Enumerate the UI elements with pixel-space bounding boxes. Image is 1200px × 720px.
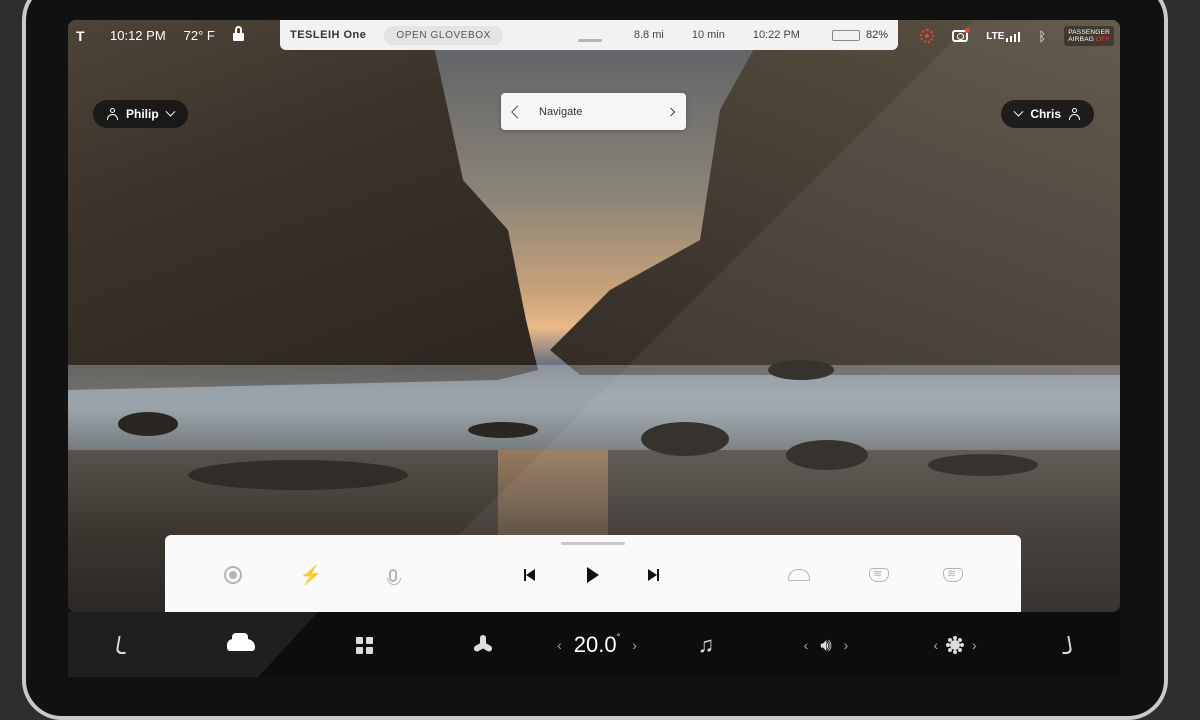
cabin-temperature-unit: °	[616, 632, 621, 642]
volume-control: ‹ 🔊︎ ›	[786, 632, 866, 658]
open-glovebox-button[interactable]: OPEN GLOVEBOX	[384, 25, 503, 45]
brightness-control: ‹ ›	[920, 632, 990, 658]
play-icon[interactable]	[581, 563, 605, 587]
status-left: T 10:12 PM 72° F	[76, 26, 244, 43]
navigate-search-card[interactable]: Navigate	[501, 93, 686, 130]
driver-profile-name: Philip	[126, 107, 159, 121]
airbag-label-line1: PASSENGER	[1068, 29, 1110, 36]
volume-down-button[interactable]: ‹	[804, 637, 809, 653]
clock: 10:12 PM	[110, 28, 166, 43]
outside-temperature: 72° F	[183, 28, 215, 43]
lock-icon[interactable]	[232, 26, 244, 41]
bottom-control-bar: ‹ 20.0° › ♫ ‹ 🔊︎ › ‹ ›	[68, 612, 1120, 677]
chevron-down-icon	[165, 106, 176, 117]
battery-icon	[831, 29, 860, 41]
lightning-icon[interactable]: ⚡	[299, 563, 323, 587]
wiper-icon[interactable]	[787, 563, 811, 587]
person-icon	[1069, 108, 1080, 120]
passenger-profile-name: Chris	[1030, 107, 1061, 121]
microphone-icon[interactable]	[381, 563, 405, 587]
brightness-down-button[interactable]: ‹	[933, 637, 938, 653]
airbag-state: OFF	[1096, 36, 1110, 43]
music-note-icon[interactable]: ♫	[694, 632, 718, 658]
battery-percent: 82%	[865, 29, 888, 41]
car-icon[interactable]	[226, 632, 256, 658]
sun-icon	[950, 640, 960, 650]
car-name: TESLEIH One	[290, 29, 367, 41]
lte-signal-icon: LTE	[986, 30, 1021, 42]
cabin-temperature: 20.0°	[574, 632, 620, 658]
top-status-card[interactable]: TESLEIH One OPEN GLOVEBOX 8.8 mi 10 min …	[280, 20, 898, 50]
network-label: LTE	[986, 30, 1005, 42]
navigation-arrow-icon	[511, 104, 525, 118]
passenger-seat-heater-icon[interactable]	[1056, 632, 1076, 658]
status-right: LTE ᛒ PASSENGER AIRBAG OFF	[920, 26, 1114, 46]
trip-info: 8.8 mi 10 min 10:22 PM	[634, 29, 800, 41]
temperature-increase-button[interactable]: ›	[632, 637, 637, 653]
disc-icon[interactable]	[221, 563, 245, 587]
dock-grabber-handle[interactable]	[561, 542, 625, 545]
sentry-mode-icon[interactable]	[920, 29, 935, 43]
card-grabber-handle[interactable]	[578, 39, 602, 42]
front-defrost-icon[interactable]	[941, 563, 965, 587]
chevron-down-icon	[1013, 106, 1024, 117]
passenger-profile-button[interactable]: Chris	[1001, 100, 1094, 128]
apps-grid-icon[interactable]	[354, 632, 374, 658]
speaker-icon: 🔊︎	[820, 634, 832, 655]
brightness-up-button[interactable]: ›	[972, 637, 977, 653]
tesla-logo-icon[interactable]: T	[76, 29, 92, 43]
main-screen: T 10:12 PM 72° F TESLEIH One OPEN GLOVEB…	[68, 20, 1120, 612]
media-dock: ⚡	[165, 535, 1021, 612]
chevron-right-icon	[666, 107, 676, 116]
airbag-label-line2: AIRBAG	[1068, 36, 1094, 43]
fan-icon[interactable]	[471, 632, 495, 658]
passenger-airbag-indicator: PASSENGER AIRBAG OFF	[1064, 26, 1114, 46]
driver-seat-heater-icon[interactable]	[112, 632, 132, 658]
arrival-time: 10:22 PM	[752, 29, 800, 41]
trip-distance: 8.8 mi	[633, 29, 664, 41]
skip-previous-icon[interactable]	[517, 563, 541, 587]
bluetooth-icon[interactable]: ᛒ	[1038, 29, 1046, 44]
driver-profile-button[interactable]: Philip	[93, 100, 188, 128]
rear-defrost-icon[interactable]	[867, 563, 891, 587]
person-icon	[107, 108, 118, 120]
battery-indicator: 82%	[831, 29, 888, 41]
cabin-temperature-value: 20.0	[573, 632, 617, 657]
dashcam-icon[interactable]	[952, 28, 971, 42]
navigate-label: Navigate	[539, 105, 583, 118]
trip-duration: 10 min	[691, 29, 725, 41]
temperature-decrease-button[interactable]: ‹	[557, 637, 562, 653]
volume-up-button[interactable]: ›	[844, 637, 849, 653]
climate-temperature-control: ‹ 20.0° ›	[542, 632, 652, 658]
skip-next-icon[interactable]	[641, 563, 665, 587]
